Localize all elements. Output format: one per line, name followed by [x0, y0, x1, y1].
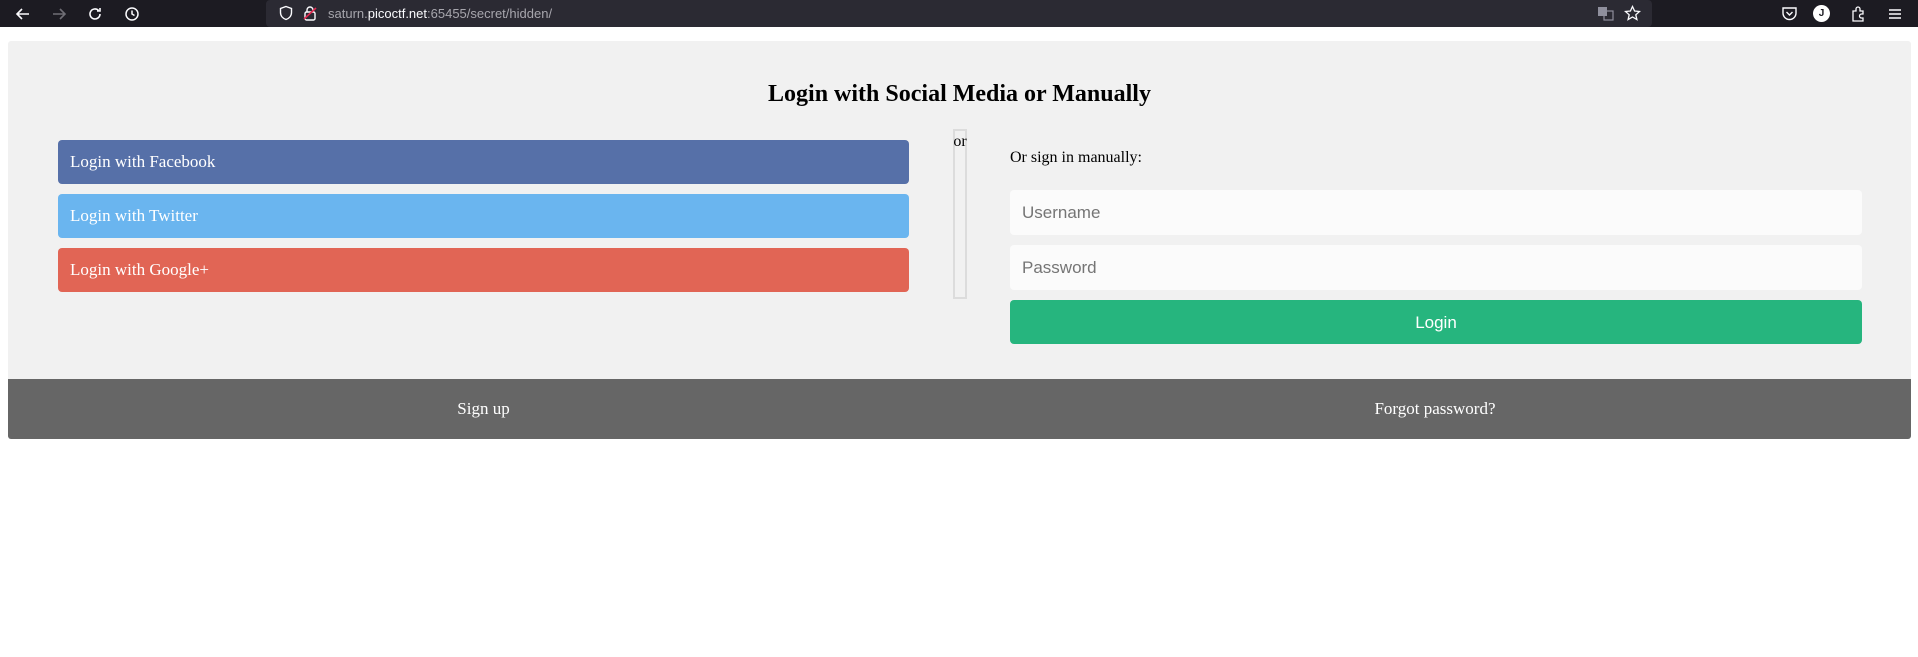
- url-domain: picoctf.net: [367, 6, 428, 21]
- extensions-icon[interactable]: [1849, 4, 1868, 23]
- login-button[interactable]: Login: [1010, 300, 1862, 344]
- forgot-password-link[interactable]: Forgot password?: [959, 379, 1911, 439]
- back-arrow-icon[interactable]: [10, 0, 36, 27]
- url-text[interactable]: saturn.picoctf.net:65455/secret/hidden/: [328, 0, 552, 27]
- forward-arrow-icon[interactable]: [46, 0, 72, 27]
- twitter-login-button[interactable]: Login with Twitter: [58, 194, 909, 238]
- profile-initial: J: [1818, 8, 1825, 19]
- username-input[interactable]: [1010, 190, 1862, 235]
- shield-icon[interactable]: [278, 5, 294, 21]
- browser-toolbar: saturn.picoctf.net:65455/secret/hidden/ …: [0, 0, 1918, 27]
- history-icon[interactable]: [119, 0, 145, 27]
- facebook-login-button[interactable]: Login with Facebook: [58, 140, 909, 184]
- bookmark-star-icon[interactable]: [1623, 4, 1642, 22]
- address-bar[interactable]: saturn.picoctf.net:65455/secret/hidden/: [266, 0, 1652, 27]
- divider-or-text: or: [953, 133, 967, 150]
- footer-bar: Sign up Forgot password?: [8, 379, 1911, 439]
- lock-icon[interactable]: [302, 5, 318, 21]
- signup-link[interactable]: Sign up: [8, 379, 959, 439]
- translate-icon[interactable]: [1597, 5, 1614, 22]
- pocket-icon[interactable]: [1780, 4, 1799, 23]
- page-title: Login with Social Media or Manually: [768, 81, 1151, 107]
- menu-icon[interactable]: [1885, 4, 1904, 23]
- url-prefix: saturn.: [328, 6, 368, 21]
- vertical-divider: [953, 129, 967, 299]
- login-card: Login with Social Media or Manually Logi…: [8, 41, 1911, 439]
- url-suffix: :65455/secret/hidden/: [427, 6, 553, 21]
- google-login-button[interactable]: Login with Google+: [58, 248, 909, 292]
- reload-icon[interactable]: [82, 0, 108, 27]
- manual-signin-label: Or sign in manually:: [1010, 149, 1142, 166]
- password-input[interactable]: [1010, 245, 1862, 290]
- account-avatar[interactable]: J: [1813, 5, 1830, 22]
